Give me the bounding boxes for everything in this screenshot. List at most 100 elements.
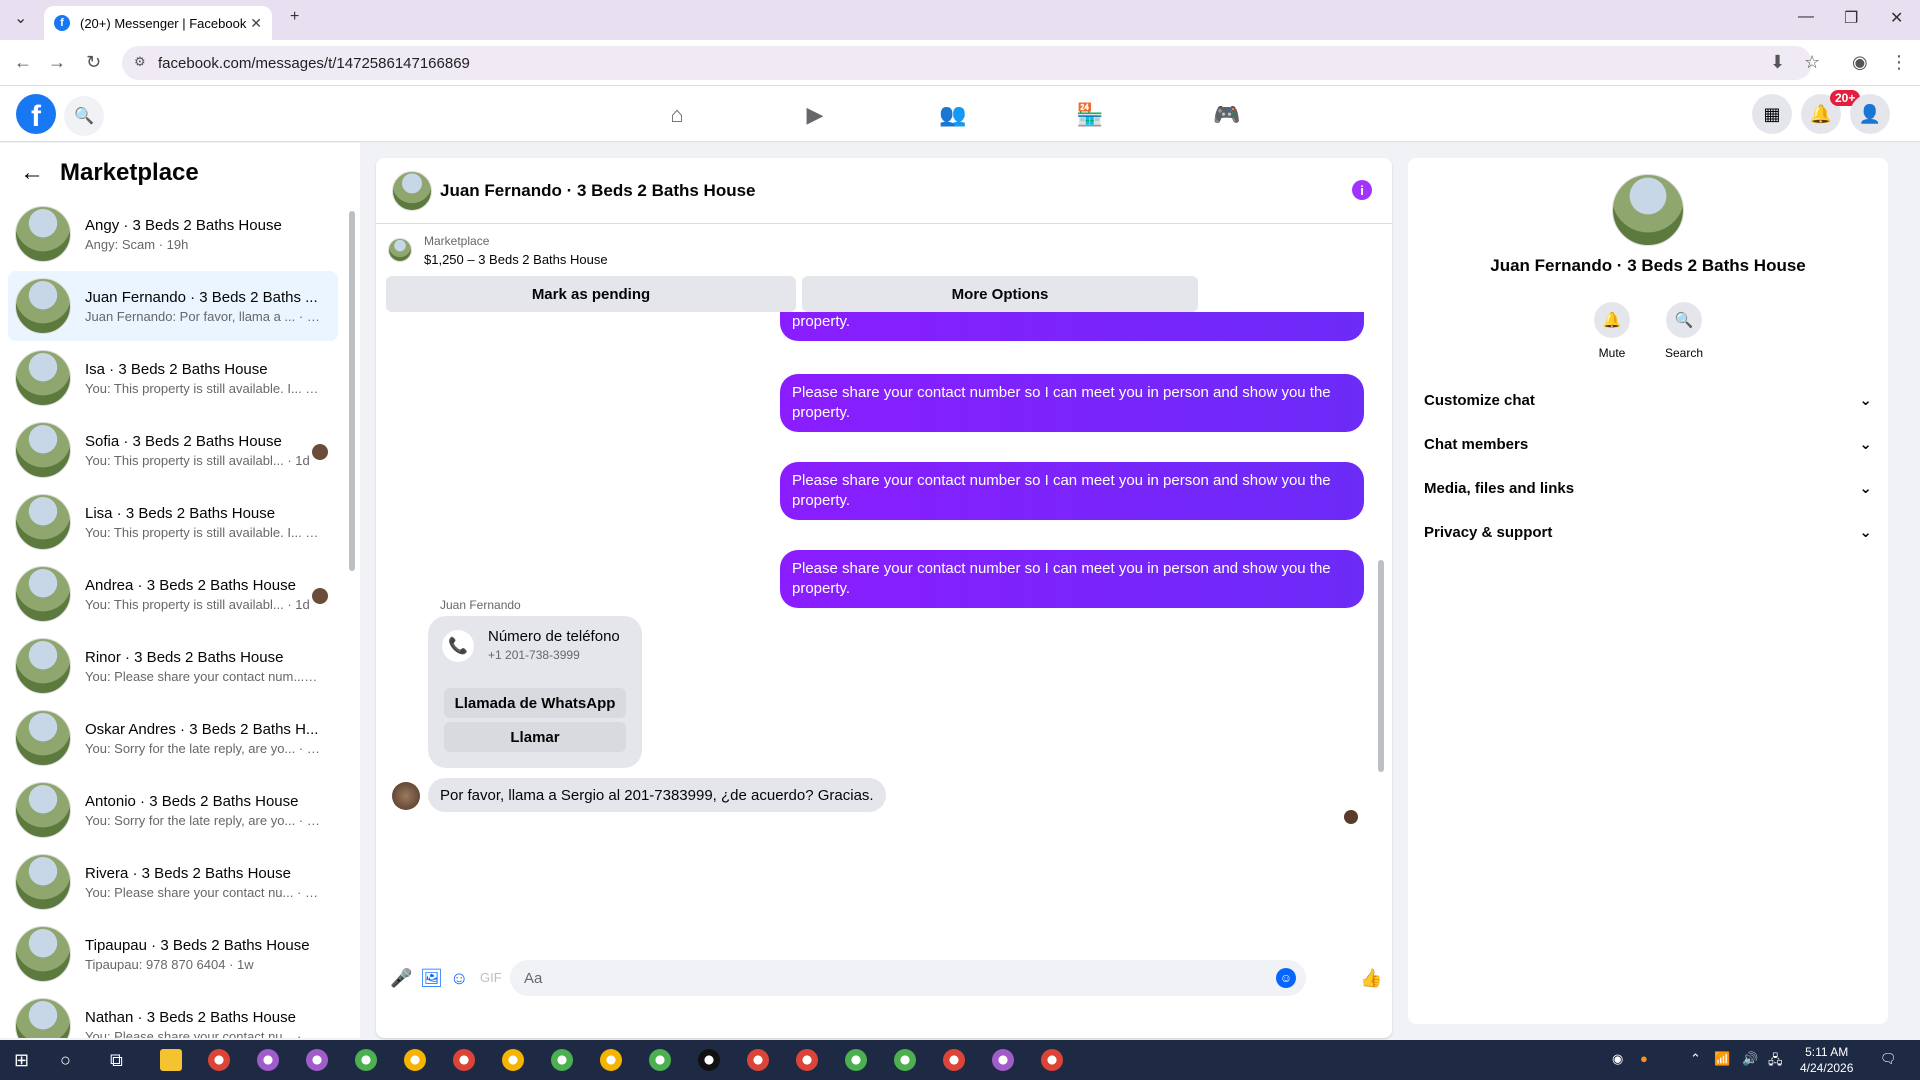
conversation-item[interactable]: Nathan · 3 Beds 2 Baths House You: Please… — [8, 991, 338, 1038]
contact-card-number: +1 201-738-3999 — [488, 648, 580, 662]
privacy-support-section[interactable]: Privacy & support ⌄ — [1424, 514, 1872, 550]
conversation-item[interactable]: Antonio · 3 Beds 2 Baths House You: Sorry… — [8, 775, 338, 845]
volume-icon[interactable]: 🔊 — [1742, 1051, 1758, 1067]
forward-icon[interactable]: → — [48, 52, 66, 73]
chrome-window-icon[interactable] — [453, 1049, 475, 1071]
tray-app-icon[interactable]: ◉ — [1612, 1051, 1623, 1067]
chrome-window-icon[interactable] — [208, 1049, 230, 1071]
taskbar-clock[interactable]: 5:11 AM 4/24/2026 — [1800, 1044, 1853, 1076]
search-icon[interactable]: 🔍 — [64, 96, 104, 136]
message-text: Please share your contact number so I ca… — [792, 560, 1331, 597]
browser-tab[interactable]: f (20+) Messenger | Facebook ✕ — [44, 6, 272, 40]
chrome-window-icon[interactable] — [992, 1049, 1014, 1071]
chrome-window-icon[interactable] — [845, 1049, 867, 1071]
conversation-item[interactable]: Oskar Andres · 3 Beds 2 Baths H... You: S… — [8, 703, 338, 773]
chrome-window-icon[interactable] — [355, 1049, 377, 1071]
conversation-item[interactable]: Andrea · 3 Beds 2 Baths House You: This p… — [8, 559, 338, 629]
show-hidden-icons[interactable]: ⌃ — [1690, 1051, 1701, 1067]
chrome-window-icon[interactable] — [600, 1049, 622, 1071]
gaming-icon[interactable]: 🎮 — [1207, 100, 1247, 130]
sender-avatar[interactable] — [392, 782, 420, 810]
sidebar-scrollbar[interactable] — [349, 211, 355, 571]
conversation-item[interactable]: Angy · 3 Beds 2 Baths House Angy: Scam · … — [8, 199, 338, 269]
chrome-window-icon[interactable] — [747, 1049, 769, 1071]
chrome-window-icon[interactable] — [796, 1049, 818, 1071]
more-options-button[interactable]: More Options — [802, 276, 1198, 312]
conversation-item[interactable]: Lisa · 3 Beds 2 Baths House You: This pro… — [8, 487, 338, 557]
listing-thumbnail[interactable] — [388, 238, 412, 262]
details-avatar[interactable] — [1612, 174, 1684, 246]
wifi-icon[interactable]: 📶 — [1714, 1051, 1730, 1067]
minimize-icon[interactable]: — — [1798, 8, 1814, 26]
back-icon[interactable]: ← — [14, 52, 32, 73]
microphone-icon[interactable]: 🎤 — [390, 968, 412, 989]
facebook-logo-icon[interactable]: f — [16, 94, 56, 134]
conversation-item[interactable]: Isa · 3 Beds 2 Baths House You: This prop… — [8, 343, 338, 413]
tray-app-icon[interactable]: ● — [1640, 1051, 1648, 1066]
chrome-window-icon[interactable] — [502, 1049, 524, 1071]
chat-scrollbar-thumb[interactable] — [1378, 560, 1384, 772]
chrome-window-icon[interactable] — [943, 1049, 965, 1071]
profile-icon[interactable]: ◉ — [1852, 52, 1868, 73]
site-info-icon[interactable]: ⚙ — [134, 54, 146, 70]
chat-title[interactable]: Juan Fernando · 3 Beds 2 Baths House — [440, 181, 756, 201]
emoji-icon[interactable]: ☺ — [1276, 968, 1296, 988]
menu-grid-icon[interactable]: ▦ — [1752, 94, 1792, 134]
gif-icon[interactable]: GIF — [480, 970, 502, 985]
chat-members-section[interactable]: Chat members ⌄ — [1424, 426, 1872, 462]
chrome-window-icon[interactable] — [1041, 1049, 1063, 1071]
conversation-item[interactable]: Sofia · 3 Beds 2 Baths House You: This pr… — [8, 415, 338, 485]
network-icon[interactable]: 🖧 — [1768, 1051, 1783, 1073]
conversation-preview: Angy: Scam · 19h — [85, 236, 189, 252]
photo-icon[interactable]: 🖼 — [420, 968, 443, 989]
video-icon[interactable]: ▶ — [795, 100, 835, 130]
task-view-icon[interactable]: ⧉ — [110, 1050, 123, 1071]
tiktok-app-icon[interactable] — [698, 1049, 720, 1071]
chrome-window-icon[interactable] — [404, 1049, 426, 1071]
sticker-icon[interactable]: ☺ — [450, 968, 468, 989]
conversation-item[interactable]: Rinor · 3 Beds 2 Baths House You: Please … — [8, 631, 338, 701]
conversation-item[interactable]: Tipaupau · 3 Beds 2 Baths House Tipaupau:… — [8, 919, 338, 989]
conversation-text: Tipaupau · 3 Beds 2 Baths House Tipaupau:… — [85, 937, 320, 972]
chat-scrollbar[interactable] — [1378, 266, 1384, 786]
marketplace-icon[interactable]: 🏪 — [1070, 100, 1110, 130]
conversation-item[interactable]: Juan Fernando · 3 Beds 2 Baths ... Juan F… — [8, 271, 338, 341]
mark-pending-button[interactable]: Mark as pending — [386, 276, 796, 312]
chrome-window-icon[interactable] — [894, 1049, 916, 1071]
windows-start-icon[interactable]: ⊞ — [14, 1050, 29, 1071]
new-tab-icon[interactable]: + — [290, 8, 299, 26]
close-tab-icon[interactable]: ✕ — [250, 15, 262, 32]
install-app-icon[interactable]: ⬇ — [1770, 52, 1785, 73]
close-window-icon[interactable]: ✕ — [1890, 8, 1903, 28]
tab-search-icon[interactable]: ⌄ — [14, 8, 27, 28]
listing-title[interactable]: $1,250 – 3 Beds 2 Baths House — [424, 252, 608, 267]
friends-icon[interactable]: 👥 — [933, 100, 973, 130]
whatsapp-call-button[interactable]: Llamada de WhatsApp — [444, 688, 626, 718]
info-icon[interactable]: i — [1352, 180, 1372, 200]
file-explorer-icon[interactable] — [160, 1049, 182, 1071]
customize-chat-section[interactable]: Customize chat ⌄ — [1424, 382, 1872, 418]
conversation-item[interactable]: Rivera · 3 Beds 2 Baths House You: Please… — [8, 847, 338, 917]
chrome-window-icon[interactable] — [649, 1049, 671, 1071]
notification-center-icon[interactable]: 🗨 — [1880, 1051, 1897, 1067]
account-avatar[interactable]: 👤 — [1850, 94, 1890, 134]
message-input[interactable]: Aa — [510, 960, 1306, 996]
back-arrow-icon[interactable]: ← — [20, 159, 44, 187]
chrome-window-icon[interactable] — [306, 1049, 328, 1071]
restore-icon[interactable]: ❐ — [1844, 8, 1858, 28]
chrome-window-icon[interactable] — [257, 1049, 279, 1071]
message-text: Por favor, llama a Sergio al 201-7383999… — [440, 786, 874, 804]
bookmark-star-icon[interactable]: ☆ — [1804, 52, 1820, 73]
media-files-links-section[interactable]: Media, files and links ⌄ — [1424, 470, 1872, 506]
thumbs-up-icon[interactable]: 👍 — [1360, 968, 1382, 989]
mute-button[interactable]: 🔔 Mute — [1582, 302, 1642, 360]
search-circle-icon[interactable]: ○ — [60, 1050, 71, 1071]
reload-icon[interactable]: ↻ — [86, 52, 101, 73]
home-icon[interactable]: ⌂ — [657, 100, 697, 130]
search-button[interactable]: 🔍 Search — [1654, 302, 1714, 360]
url-field[interactable]: ⚙ facebook.com/messages/t/14725861471668… — [122, 46, 1812, 80]
menu-icon[interactable]: ⋮ — [1890, 52, 1908, 73]
call-button[interactable]: Llamar — [444, 722, 626, 752]
chat-avatar[interactable] — [392, 170, 432, 211]
chrome-window-icon[interactable] — [551, 1049, 573, 1071]
